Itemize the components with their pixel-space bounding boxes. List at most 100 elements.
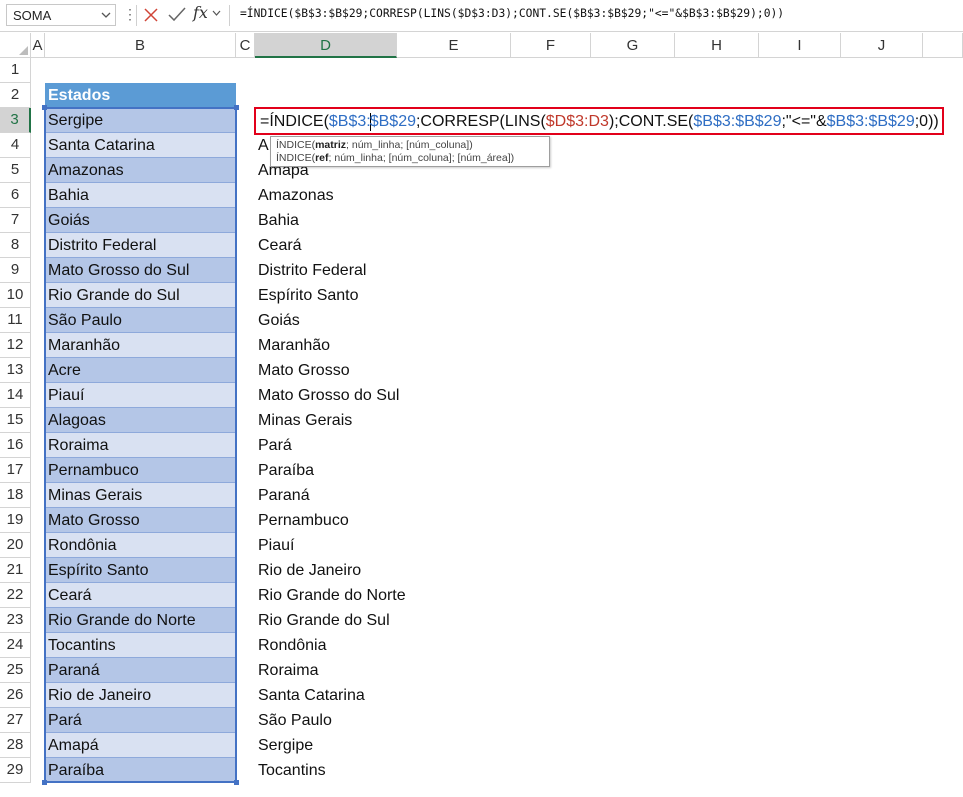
column-header-blank[interactable] xyxy=(923,33,963,58)
table-cell[interactable]: Rio de Janeiro xyxy=(45,683,236,708)
row-header-11[interactable]: 11 xyxy=(0,308,31,333)
result-cell[interactable]: Amazonas xyxy=(255,183,334,208)
name-box[interactable]: SOMA xyxy=(6,4,116,26)
table-cell[interactable]: Ceará xyxy=(45,583,236,608)
row-header-26[interactable]: 26 xyxy=(0,683,31,708)
row-header-19[interactable]: 19 xyxy=(0,508,31,533)
row-header-17[interactable]: 17 xyxy=(0,458,31,483)
table-cell[interactable]: Bahia xyxy=(45,183,236,208)
tooltip-syntax-2[interactable]: ÍNDICE(ref; núm_linha; [núm_coluna]; [nú… xyxy=(276,152,514,164)
table-cell[interactable]: Goiás xyxy=(45,208,236,233)
column-header-h[interactable]: H xyxy=(675,33,759,58)
table-cell[interactable]: Santa Catarina xyxy=(45,133,236,158)
result-cell[interactable]: São Paulo xyxy=(255,708,332,733)
column-header-d[interactable]: D xyxy=(255,33,397,58)
table-cell[interactable]: Mato Grosso do Sul xyxy=(45,258,236,283)
result-cell[interactable]: Tocantins xyxy=(255,758,326,783)
row-header-29[interactable]: 29 xyxy=(0,758,31,783)
tooltip-syntax-1[interactable]: ÍNDICE(matriz; núm_linha; [núm_coluna]) xyxy=(276,139,473,151)
row-header-24[interactable]: 24 xyxy=(0,633,31,658)
result-cell[interactable]: Rondônia xyxy=(255,633,327,658)
row-header-1[interactable]: 1 xyxy=(0,58,31,83)
row-header-25[interactable]: 25 xyxy=(0,658,31,683)
table-cell[interactable]: Distrito Federal xyxy=(45,233,236,258)
check-icon[interactable] xyxy=(168,4,186,26)
row-header-23[interactable]: 23 xyxy=(0,608,31,633)
cell-formula[interactable]: =ÍNDICE($B$3:$B$29;CORRESP(LINS($D$3:D3)… xyxy=(260,110,939,134)
column-header-i[interactable]: I xyxy=(759,33,841,58)
result-cell[interactable]: Mato Grosso xyxy=(255,358,350,383)
table-cell[interactable]: Rio Grande do Norte xyxy=(45,608,236,633)
table-header[interactable]: Estados xyxy=(45,83,236,108)
table-cell[interactable]: Minas Gerais xyxy=(45,483,236,508)
table-cell[interactable]: São Paulo xyxy=(45,308,236,333)
result-cell[interactable]: Santa Catarina xyxy=(255,683,365,708)
result-cell[interactable]: Minas Gerais xyxy=(255,408,352,433)
row-header-12[interactable]: 12 xyxy=(0,333,31,358)
column-header-c[interactable]: C xyxy=(236,33,255,58)
table-cell[interactable]: Pará xyxy=(45,708,236,733)
row-header-28[interactable]: 28 xyxy=(0,733,31,758)
result-cell[interactable]: Goiás xyxy=(255,308,300,333)
table-cell[interactable]: Roraima xyxy=(45,433,236,458)
insert-function-button[interactable]: fx xyxy=(193,3,208,22)
chevron-down-icon[interactable] xyxy=(212,10,221,16)
close-icon[interactable] xyxy=(143,4,159,26)
row-header-3[interactable]: 3 xyxy=(0,108,31,133)
table-cell[interactable]: Acre xyxy=(45,358,236,383)
result-cell[interactable]: Pará xyxy=(255,433,292,458)
result-cell[interactable]: Maranhão xyxy=(255,333,330,358)
cell-d4[interactable]: A xyxy=(255,133,269,158)
row-header-10[interactable]: 10 xyxy=(0,283,31,308)
row-header-21[interactable]: 21 xyxy=(0,558,31,583)
formula-input[interactable]: =ÍNDICE($B$3:$B$29;CORRESP(LINS($D$3:D3)… xyxy=(240,7,784,20)
row-header-18[interactable]: 18 xyxy=(0,483,31,508)
column-header-f[interactable]: F xyxy=(511,33,591,58)
row-header-20[interactable]: 20 xyxy=(0,533,31,558)
row-header-5[interactable]: 5 xyxy=(0,158,31,183)
more-options-icon[interactable]: ⋮ xyxy=(123,6,137,22)
row-header-15[interactable]: 15 xyxy=(0,408,31,433)
row-header-8[interactable]: 8 xyxy=(0,233,31,258)
column-header-b[interactable]: B xyxy=(45,33,236,58)
row-header-7[interactable]: 7 xyxy=(0,208,31,233)
result-cell[interactable]: Sergipe xyxy=(255,733,313,758)
chevron-down-icon[interactable] xyxy=(101,10,111,20)
table-cell[interactable]: Paraíba xyxy=(45,758,236,783)
table-cell[interactable]: Paraná xyxy=(45,658,236,683)
table-cell[interactable]: Maranhão xyxy=(45,333,236,358)
table-cell[interactable]: Sergipe xyxy=(45,108,236,133)
result-cell[interactable]: Mato Grosso do Sul xyxy=(255,383,399,408)
row-header-4[interactable]: 4 xyxy=(0,133,31,158)
table-cell[interactable]: Pernambuco xyxy=(45,458,236,483)
table-cell[interactable]: Alagoas xyxy=(45,408,236,433)
row-header-6[interactable]: 6 xyxy=(0,183,31,208)
result-cell[interactable]: Bahia xyxy=(255,208,299,233)
row-header-14[interactable]: 14 xyxy=(0,383,31,408)
row-header-13[interactable]: 13 xyxy=(0,358,31,383)
column-header-g[interactable]: G xyxy=(591,33,675,58)
result-cell[interactable]: Pernambuco xyxy=(255,508,349,533)
row-header-2[interactable]: 2 xyxy=(0,83,31,108)
active-cell-editor[interactable]: =ÍNDICE($B$3:$B$29;CORRESP(LINS($D$3:D3)… xyxy=(254,107,944,135)
result-cell[interactable]: Rio de Janeiro xyxy=(255,558,361,583)
table-cell[interactable]: Espírito Santo xyxy=(45,558,236,583)
result-cell[interactable]: Piauí xyxy=(255,533,294,558)
row-header-16[interactable]: 16 xyxy=(0,433,31,458)
table-cell[interactable]: Rio Grande do Sul xyxy=(45,283,236,308)
row-header-27[interactable]: 27 xyxy=(0,708,31,733)
result-cell[interactable]: Paraná xyxy=(255,483,310,508)
table-cell[interactable]: Amazonas xyxy=(45,158,236,183)
column-header-j[interactable]: J xyxy=(841,33,923,58)
result-cell[interactable]: Roraima xyxy=(255,658,318,683)
table-cell[interactable]: Tocantins xyxy=(45,633,236,658)
result-cell[interactable]: Ceará xyxy=(255,233,302,258)
result-cell[interactable]: Paraíba xyxy=(255,458,314,483)
result-cell[interactable]: Distrito Federal xyxy=(255,258,366,283)
row-header-9[interactable]: 9 xyxy=(0,258,31,283)
table-cell[interactable]: Amapá xyxy=(45,733,236,758)
row-header-22[interactable]: 22 xyxy=(0,583,31,608)
result-cell[interactable]: Espírito Santo xyxy=(255,283,359,308)
table-cell[interactable]: Piauí xyxy=(45,383,236,408)
result-cell[interactable]: Rio Grande do Sul xyxy=(255,608,390,633)
